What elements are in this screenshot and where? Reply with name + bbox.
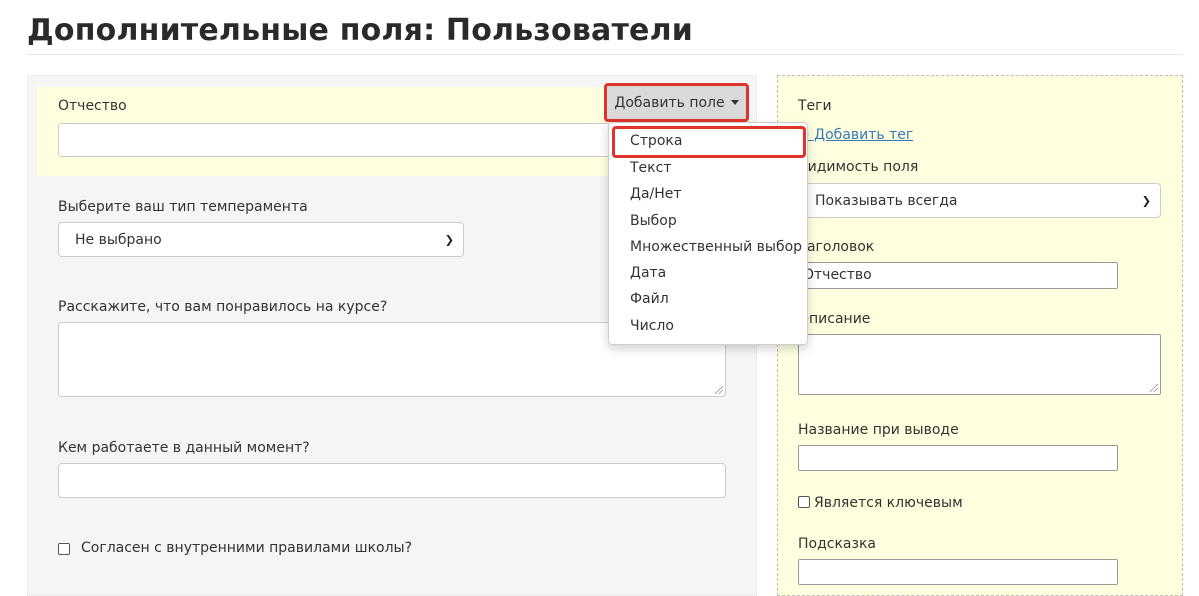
menu-item-select[interactable]: Выбор	[630, 213, 677, 229]
add-field-button-label: Добавить поле	[614, 94, 725, 111]
job-input[interactable]	[58, 463, 726, 498]
rules-label: Согласен с внутренними правилами школы?	[81, 540, 413, 556]
menu-item-number[interactable]: Число	[630, 318, 674, 334]
header-label: Заголовок	[798, 239, 875, 255]
header-input[interactable]: Отчество	[798, 262, 1118, 289]
visibility-label: Видимость поля	[798, 159, 919, 175]
chevron-down-icon: ❯	[1141, 194, 1151, 207]
course-label: Расскажите, что вам понравилось на курсе…	[58, 299, 388, 315]
caret-down-icon	[730, 100, 739, 105]
resize-handle-icon[interactable]	[715, 386, 723, 394]
add-field-button[interactable]: Добавить поле	[604, 83, 749, 122]
rules-checkbox[interactable]	[58, 543, 70, 555]
description-label: Описание	[798, 311, 871, 327]
key-checkbox[interactable]	[798, 496, 810, 508]
temperament-label: Выберите ваш тип темперамента	[58, 199, 308, 215]
temperament-select[interactable]: Не выбрано ❯	[58, 222, 464, 257]
menu-item-yes-no[interactable]: Да/Нет	[630, 186, 682, 202]
add-tag-link[interactable]: + Добавить тег	[798, 127, 913, 143]
hint-input[interactable]	[798, 559, 1118, 585]
menu-item-multiselect[interactable]: Множественный выбор	[630, 239, 802, 255]
output-name-input[interactable]	[798, 445, 1118, 471]
title-divider	[27, 54, 1183, 55]
visibility-select-value: Показывать всегда	[815, 192, 958, 209]
patronymic-label: Отчество	[58, 98, 127, 114]
job-label: Кем работаете в данный момент?	[58, 440, 310, 456]
menu-item-date[interactable]: Дата	[630, 265, 666, 281]
tags-label: Теги	[798, 98, 832, 114]
resize-handle-icon[interactable]	[1150, 384, 1158, 392]
menu-item-string[interactable]: Строка	[630, 133, 682, 149]
menu-item-file[interactable]: Файл	[630, 291, 669, 307]
page-title: Дополнительные поля: Пользователи	[27, 13, 693, 48]
description-textarea[interactable]	[798, 334, 1161, 395]
key-label: Является ключевым	[814, 495, 963, 511]
visibility-select[interactable]: Показывать всегда ❯	[798, 183, 1161, 218]
temperament-select-value: Не выбрано	[75, 231, 162, 248]
output-name-label: Название при выводе	[798, 422, 959, 438]
menu-item-text[interactable]: Текст	[630, 160, 671, 176]
hint-label: Подсказка	[798, 536, 876, 552]
chevron-down-icon: ❯	[444, 233, 454, 246]
add-field-menu: Строка Текст Да/Нет Выбор Множественный …	[608, 122, 808, 345]
patronymic-input[interactable]	[58, 123, 618, 157]
